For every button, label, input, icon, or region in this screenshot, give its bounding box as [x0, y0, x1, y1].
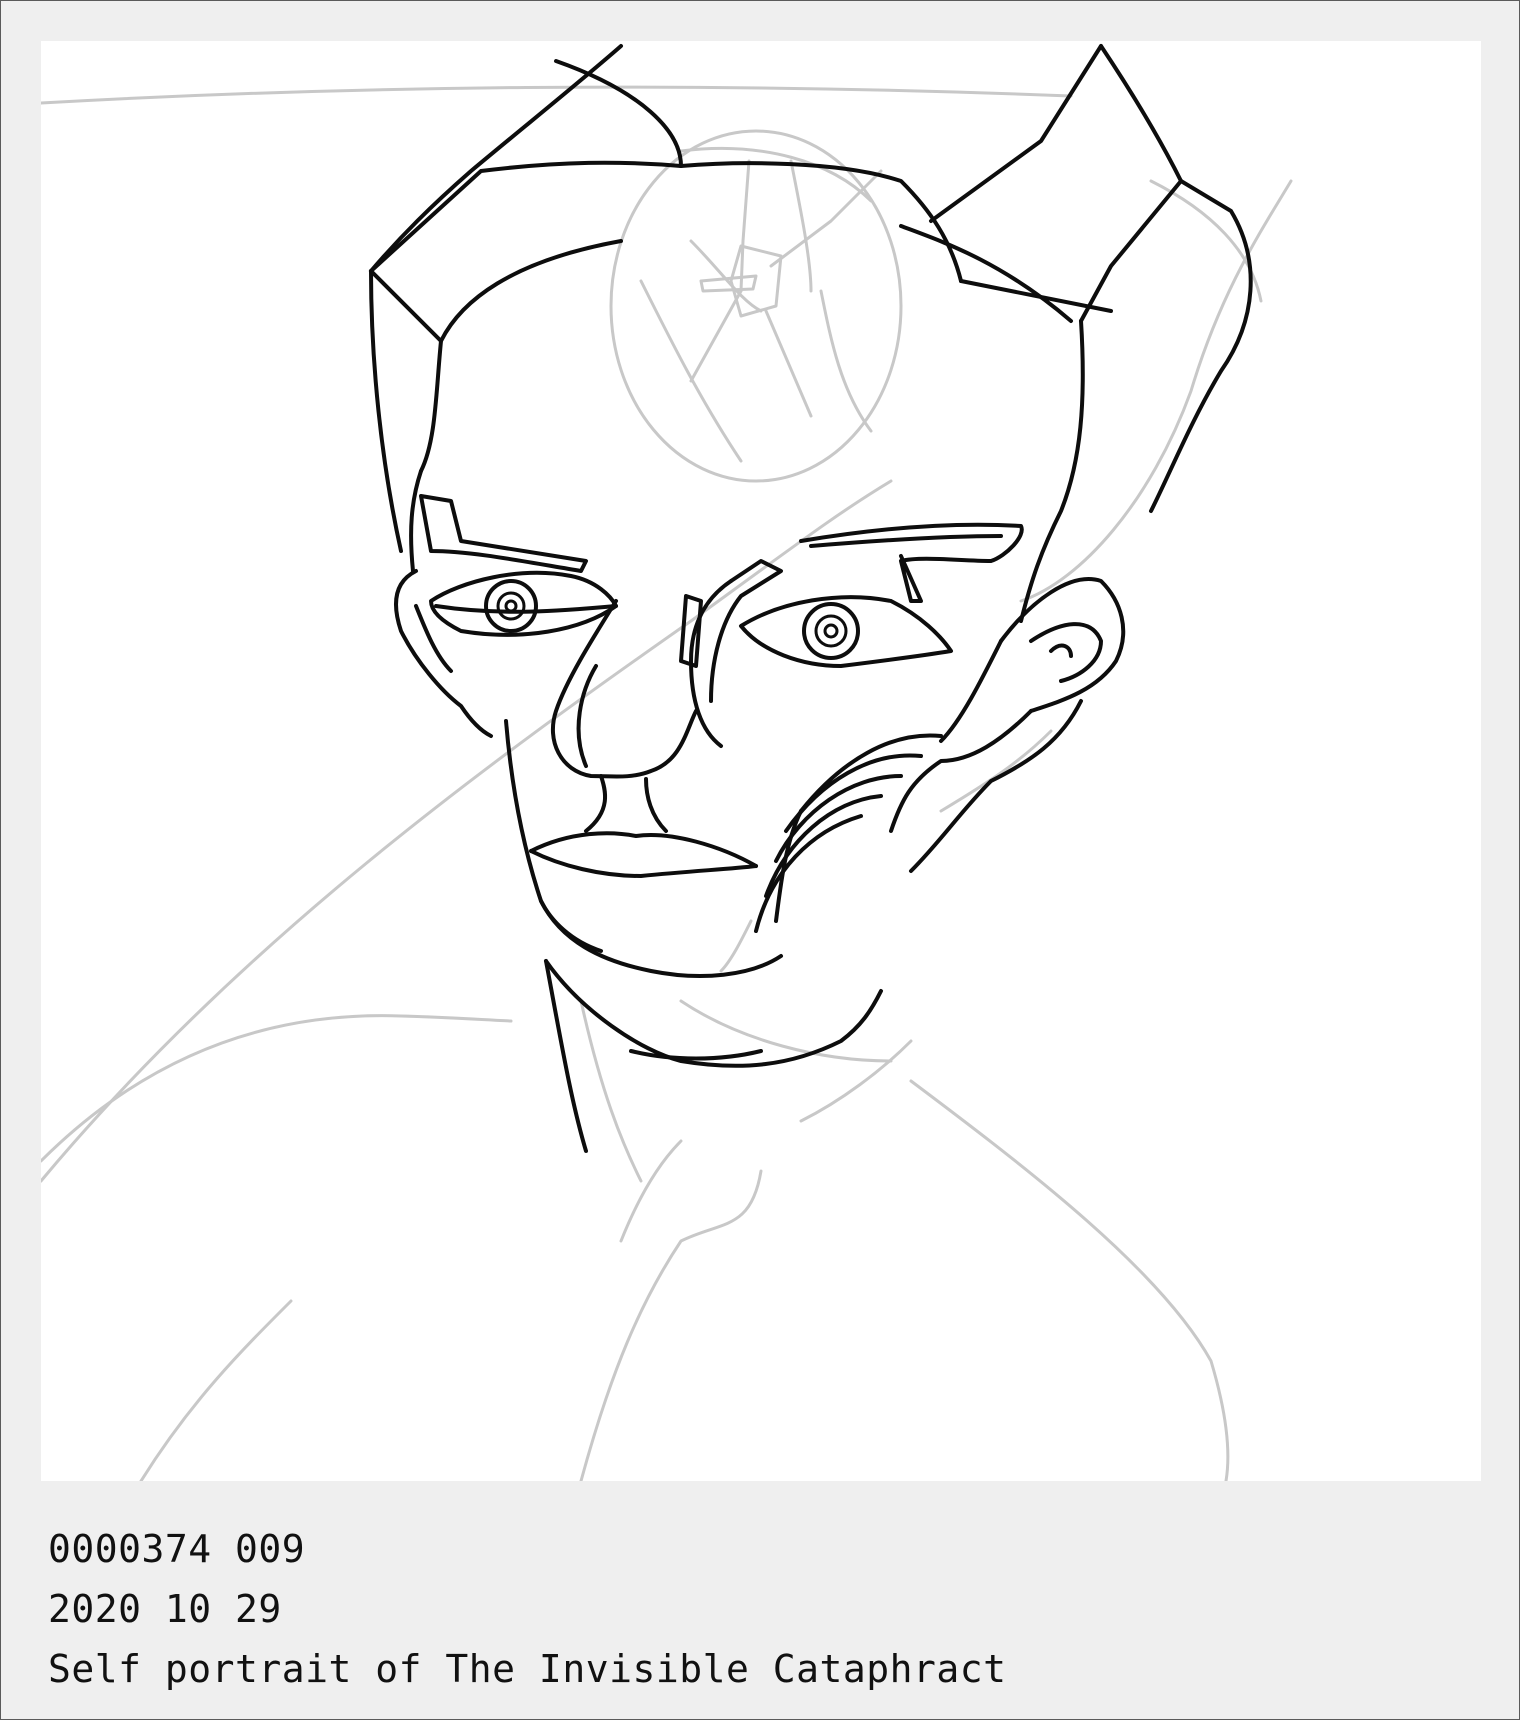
artwork-id: 0000374 009 [48, 1527, 306, 1571]
ink-lines [369, 44, 1253, 1153]
self-portrait-drawing [41, 44, 1293, 1481]
artwork-date: 2020 10 29 [48, 1587, 282, 1631]
artwork-frame: 0000374 009 2020 10 29 Self portrait of … [0, 0, 1520, 1720]
drawing-canvas [41, 41, 1481, 1481]
artwork-title: Self portrait of The Invisible Cataphrac… [48, 1647, 1007, 1691]
sketch-lines [41, 85, 1293, 1481]
caption-block: 0000374 009 2020 10 29 Self portrait of … [48, 1519, 1468, 1699]
